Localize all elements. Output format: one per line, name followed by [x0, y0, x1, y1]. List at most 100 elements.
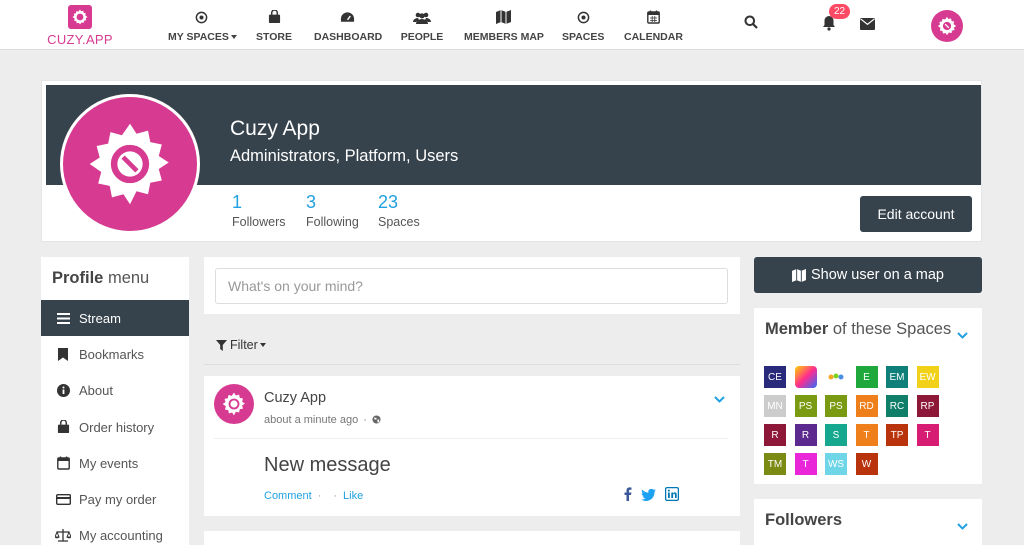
space-code: S [832, 429, 840, 441]
nav-store[interactable]: STORE [254, 8, 294, 43]
show-on-map-button[interactable]: Show user on a map [754, 257, 982, 293]
space-tile[interactable]: T [794, 453, 817, 475]
space-tile[interactable]: T [855, 424, 878, 446]
space-tile[interactable] [825, 366, 847, 388]
menu-item-label: Order history [79, 419, 155, 435]
space-code: MN [767, 400, 783, 412]
panel-title-rest: of these Spaces [828, 320, 952, 338]
nav-my-spaces[interactable]: MY SPACES [168, 8, 237, 43]
space-tile[interactable]: EM [886, 366, 908, 388]
chevron-down-icon[interactable] [957, 517, 968, 535]
search-icon[interactable] [744, 15, 758, 34]
space-code: W [861, 458, 872, 470]
entry-author-avatar[interactable] [214, 384, 254, 424]
space-tile[interactable]: TM [764, 453, 786, 475]
space-tile[interactable]: R [764, 424, 786, 446]
stat-followers[interactable]: 1 Followers [232, 192, 286, 229]
space-tile[interactable]: RP [916, 395, 939, 417]
divider [214, 438, 728, 439]
nav-label: MEMBERS MAP [464, 31, 544, 43]
entry-message: New message [264, 454, 391, 476]
edit-account-button[interactable]: Edit account [860, 196, 972, 232]
space-tile[interactable]: PS [825, 395, 847, 417]
space-tile[interactable]: R [794, 424, 817, 446]
profile-menu: Profile menu Stream Bookmarks About Orde… [41, 257, 189, 545]
space-tile[interactable]: RD [855, 395, 878, 417]
space-code: E [863, 371, 870, 383]
info-icon [55, 383, 71, 397]
space-tile[interactable]: W [855, 453, 878, 475]
nav-label: STORE [256, 31, 292, 43]
like-link[interactable]: Like [343, 490, 363, 502]
space-code: RD [859, 400, 874, 412]
divider [204, 364, 740, 365]
space-tile[interactable]: T [916, 424, 939, 446]
space-tile[interactable]: RC [886, 395, 908, 417]
space-tile[interactable]: EW [916, 366, 939, 388]
menu-item-about[interactable]: About [41, 372, 189, 408]
comment-link[interactable]: Comment [264, 490, 312, 502]
profile-name: Cuzy App [230, 117, 320, 140]
menu-item-pay-my-order[interactable]: Pay my order [41, 481, 189, 517]
balance-scale-icon [55, 528, 71, 542]
post-input[interactable]: What's on your mind? [215, 268, 728, 304]
space-tile[interactable]: MN [764, 395, 786, 417]
entry-time-text[interactable]: about a minute ago [264, 414, 358, 426]
filter-label: Filter [230, 338, 258, 352]
nav-members-map[interactable]: MEMBERS MAP [464, 8, 544, 43]
entry-actions: Comment · · Like [264, 490, 364, 502]
profile-groups: Administrators, Platform, Users [230, 147, 459, 165]
menu-item-order-history[interactable]: Order history [41, 409, 189, 445]
post-composer: What's on your mind? [204, 257, 740, 314]
space-tile[interactable]: WS [825, 453, 847, 475]
map-icon [464, 8, 542, 26]
entry-timestamp: about a minute ago · [264, 414, 381, 426]
nav-dashboard[interactable]: DASHBOARD [314, 8, 383, 43]
stat-spaces[interactable]: 23 Spaces [378, 192, 420, 229]
users-icon [400, 8, 444, 26]
space-tile[interactable]: S [825, 424, 847, 446]
entry-author-name[interactable]: Cuzy App [264, 390, 326, 406]
nav-label: DASHBOARD [314, 31, 383, 43]
nav-calendar[interactable]: CALENDAR [624, 8, 683, 43]
user-avatar[interactable] [931, 10, 963, 42]
space-tile[interactable]: TP [886, 424, 908, 446]
menu-item-stream[interactable]: Stream [41, 300, 189, 336]
space-code: T [802, 458, 809, 470]
nav-spaces[interactable]: SPACES [562, 8, 604, 43]
caret-down-icon [259, 343, 266, 347]
chevron-down-icon[interactable] [957, 326, 968, 344]
space-code: TM [767, 458, 783, 470]
menu-item-label: My events [79, 455, 139, 471]
space-tile[interactable]: PS [794, 395, 817, 417]
app-logo[interactable]: CUZY.APP [46, 5, 114, 47]
dot-circle-icon [168, 8, 234, 26]
space-tile[interactable] [794, 366, 817, 388]
top-navbar: CUZY.APP MY SPACES STORE DASHBOARD PEOPL… [0, 0, 1024, 50]
space-tile[interactable]: E [855, 366, 878, 388]
space-code: R [801, 429, 810, 441]
panel-title: Member of these Spaces [765, 320, 951, 339]
filter-dropdown[interactable]: Filter [216, 338, 266, 352]
menu-item-my-accounting[interactable]: My accounting [41, 517, 189, 545]
space-code: T [863, 429, 870, 441]
menu-item-my-events[interactable]: My events [41, 445, 189, 481]
caret-down-icon [230, 35, 237, 40]
menu-item-label: My accounting [79, 527, 163, 543]
facebook-icon[interactable] [624, 487, 632, 506]
entry-menu-chevron-icon[interactable] [714, 390, 725, 408]
twitter-icon[interactable] [641, 488, 656, 506]
stat-following[interactable]: 3 Following [306, 192, 359, 229]
space-tile[interactable]: CE [764, 366, 786, 388]
envelope-icon[interactable] [860, 17, 875, 35]
linkedin-icon[interactable] [664, 486, 680, 506]
nav-people[interactable]: PEOPLE [400, 8, 444, 43]
globe-icon [372, 415, 381, 424]
space-code: WS [827, 458, 845, 470]
profile-avatar[interactable] [60, 94, 200, 234]
dot-circle-icon [562, 8, 604, 26]
menu-item-bookmarks[interactable]: Bookmarks [41, 336, 189, 372]
stream-entry: Cuzy App about a minute ago · New messag… [204, 376, 740, 516]
menu-title-rest: menu [103, 269, 150, 287]
bag-icon [254, 8, 294, 26]
